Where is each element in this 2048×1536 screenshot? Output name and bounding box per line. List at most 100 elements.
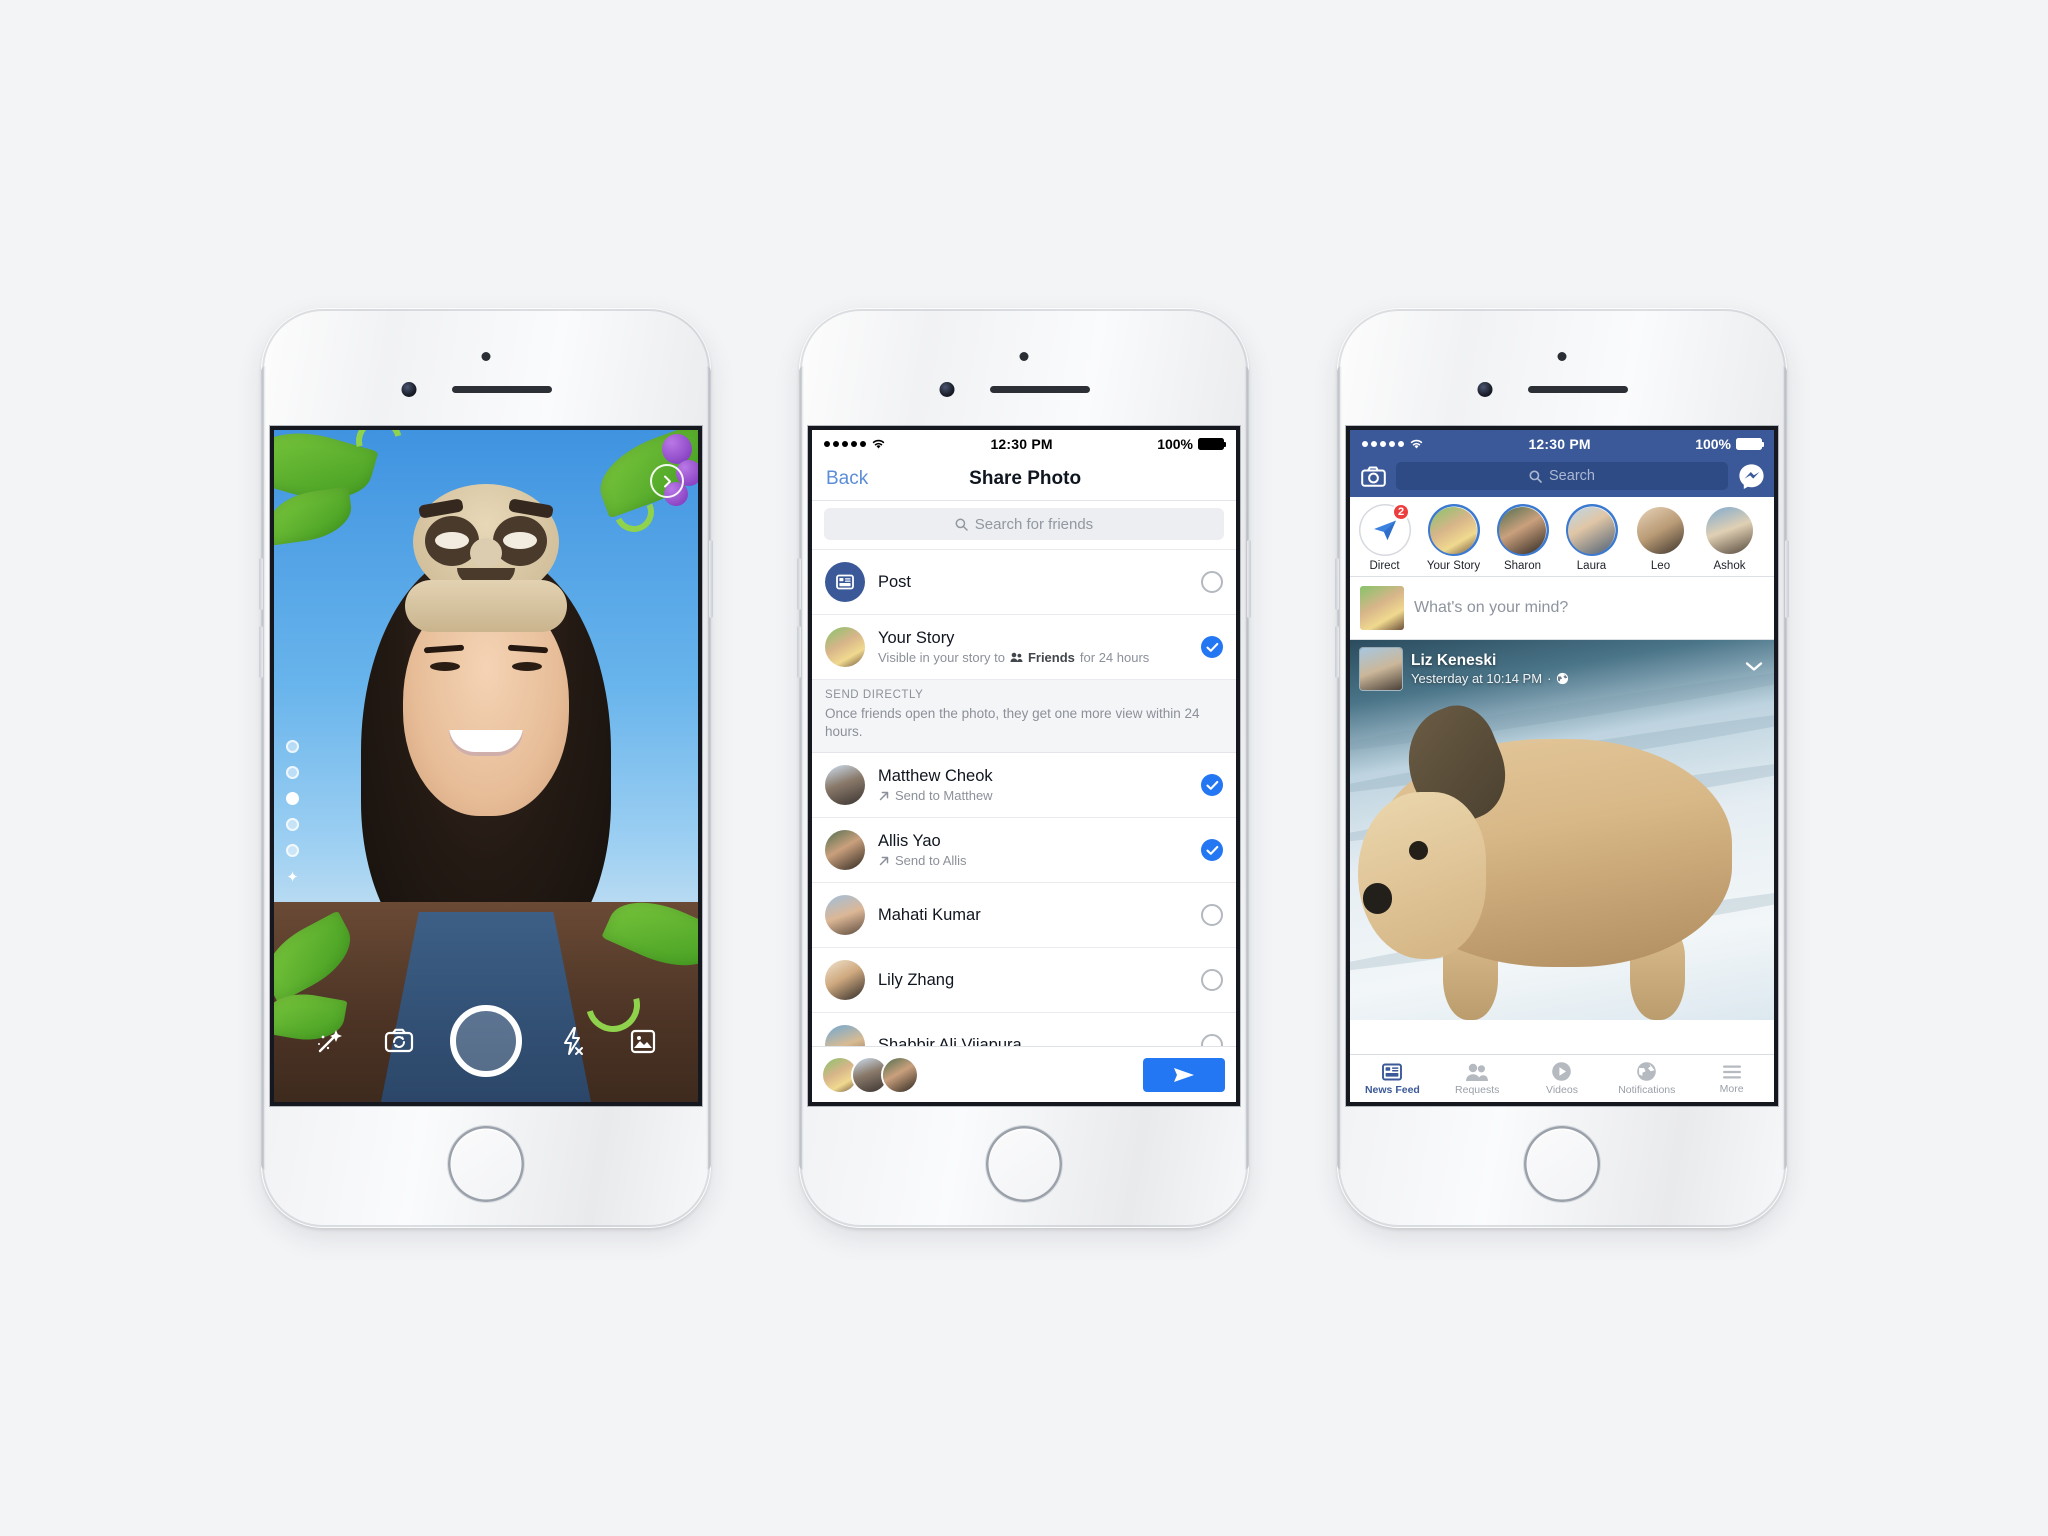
filter-dot[interactable]: [286, 818, 299, 831]
list-item-friend[interactable]: Mahati Kumar: [812, 883, 1236, 949]
volume-up-button[interactable]: [259, 558, 263, 610]
post-author[interactable]: Liz Keneski: [1411, 652, 1569, 670]
phone-share-photo: 12:30 PM 100% Back Share Photo Search fo…: [797, 308, 1251, 1228]
story-leo[interactable]: Leo: [1626, 504, 1695, 572]
messenger-icon[interactable]: [1736, 463, 1766, 490]
list-item-post[interactable]: Post: [812, 550, 1236, 615]
select-circle-friend[interactable]: [1201, 839, 1223, 862]
volume-down-button[interactable]: [797, 626, 801, 678]
shutter-button[interactable]: [450, 1005, 522, 1077]
list-item-text: Matthew Cheok Send to Matthew: [878, 767, 1188, 803]
story-label: Your Story: [1426, 560, 1481, 572]
section-description: Once friends open the photo, they get on…: [825, 706, 1200, 740]
tab-more[interactable]: More: [1689, 1055, 1774, 1102]
avatar: [825, 765, 865, 806]
ar-sloth-mask: [391, 476, 581, 632]
gallery-icon[interactable]: [624, 1022, 662, 1060]
dog-head: [1358, 792, 1486, 960]
friend-name: Mahati Kumar: [878, 905, 981, 924]
avatar: [1706, 506, 1753, 554]
proximity-sensor: [481, 352, 491, 361]
search-input[interactable]: Search: [1396, 462, 1728, 490]
send-icon: [1174, 1067, 1194, 1082]
story-label: Leo: [1650, 560, 1671, 572]
tab-label: Videos: [1546, 1084, 1578, 1096]
direct-badge: 2: [1392, 503, 1410, 521]
filter-selector[interactable]: ✦: [286, 740, 299, 885]
bottom-tab-bar: News Feed Requests Videos Notifications …: [1350, 1054, 1774, 1102]
post-menu-button[interactable]: [1744, 660, 1764, 678]
friends-icon: [1010, 652, 1023, 662]
power-button[interactable]: [1785, 540, 1789, 618]
feed-post[interactable]: Liz Keneski Yesterday at 10:14 PM ·: [1350, 640, 1774, 1020]
select-circle-post[interactable]: [1201, 571, 1223, 593]
list-item-friend[interactable]: Lily Zhang: [812, 948, 1236, 1014]
list-item-friend[interactable]: Matthew Cheok Send to Matthew: [812, 753, 1236, 819]
sparkle-icon[interactable]: ✦: [286, 870, 299, 885]
story-direct[interactable]: 2 Direct: [1350, 503, 1419, 572]
tab-label: Notifications: [1618, 1084, 1676, 1096]
filter-dot[interactable]: [286, 766, 299, 779]
volume-down-button[interactable]: [1335, 626, 1339, 678]
magic-wand-icon[interactable]: [310, 1022, 348, 1060]
selfie-eye: [512, 662, 542, 671]
flip-camera-icon[interactable]: [380, 1022, 418, 1060]
story-your-story[interactable]: Your Story: [1419, 504, 1488, 572]
story-laura[interactable]: Laura: [1557, 504, 1626, 572]
volume-up-button[interactable]: [1335, 558, 1339, 610]
list-item-text: Your Story Visible in your story to Frie…: [878, 629, 1188, 665]
tab-news-feed[interactable]: News Feed: [1350, 1055, 1435, 1102]
story-ashok[interactable]: Ashok: [1695, 504, 1764, 572]
selected-recipients: [823, 1057, 917, 1092]
power-button[interactable]: [1247, 540, 1251, 618]
filter-dot-active[interactable]: [286, 792, 299, 805]
status-bar: 12:30 PM 100%: [812, 430, 1236, 457]
power-button[interactable]: [709, 540, 713, 618]
camera-icon[interactable]: [1358, 466, 1388, 487]
section-header: SEND DIRECTLY: [825, 689, 924, 701]
sloth-arms: [405, 580, 567, 632]
share-destination-list: Post Your Story Visible in your story to: [812, 550, 1236, 1079]
select-circle-your-story[interactable]: [1201, 636, 1223, 658]
story-sharon[interactable]: Sharon: [1488, 504, 1557, 572]
filter-dot[interactable]: [286, 844, 299, 857]
hamburger-icon: [1722, 1065, 1741, 1078]
tab-videos[interactable]: Videos: [1520, 1055, 1605, 1102]
send-arrow-icon: [879, 791, 889, 801]
stories-tray[interactable]: 2 Direct Your Story Sharon Laura Leo Ash…: [1350, 497, 1774, 577]
avatar[interactable]: [1360, 648, 1402, 690]
globe-icon: [1557, 672, 1569, 685]
select-circle-friend[interactable]: [1201, 774, 1223, 797]
flash-off-icon[interactable]: [554, 1022, 592, 1060]
filter-dot[interactable]: [286, 740, 299, 753]
shell-edge-left: [1337, 366, 1342, 1170]
list-item-text: Mahati Kumar: [878, 906, 1188, 925]
dog-nose: [1362, 883, 1393, 914]
status-composer[interactable]: What's on your mind?: [1350, 577, 1774, 640]
camera-viewfinder[interactable]: ✦: [274, 430, 698, 1102]
search-input[interactable]: Search for friends: [824, 508, 1224, 540]
meta-separator: ·: [1547, 671, 1552, 686]
home-button[interactable]: [448, 1126, 524, 1202]
home-button[interactable]: [986, 1126, 1062, 1202]
tab-notifications[interactable]: Notifications: [1604, 1055, 1689, 1102]
share-navbar: Back Share Photo: [812, 457, 1236, 501]
tab-requests[interactable]: Requests: [1435, 1055, 1520, 1102]
volume-down-button[interactable]: [259, 626, 263, 678]
list-item-friend[interactable]: Allis Yao Send to Allis: [812, 818, 1236, 884]
check-icon: [1205, 642, 1218, 652]
select-circle-friend[interactable]: [1201, 969, 1223, 992]
earpiece-speaker: [1528, 386, 1628, 393]
send-button[interactable]: [1143, 1057, 1225, 1092]
next-button[interactable]: [650, 464, 684, 498]
post-timestamp: Yesterday at 10:14 PM: [1411, 671, 1543, 686]
volume-up-button[interactable]: [797, 558, 801, 610]
avatar: [825, 627, 865, 667]
status-bar: 12:30 PM 100%: [1350, 430, 1774, 457]
select-circle-friend[interactable]: [1201, 904, 1223, 927]
camera-controls: [274, 998, 698, 1084]
news-feed-screen: 12:30 PM 100% Search 2 Direct Your Story…: [1350, 430, 1774, 1102]
sloth-eye: [435, 532, 469, 549]
list-item-your-story[interactable]: Your Story Visible in your story to Frie…: [812, 615, 1236, 680]
home-button[interactable]: [1524, 1126, 1600, 1202]
